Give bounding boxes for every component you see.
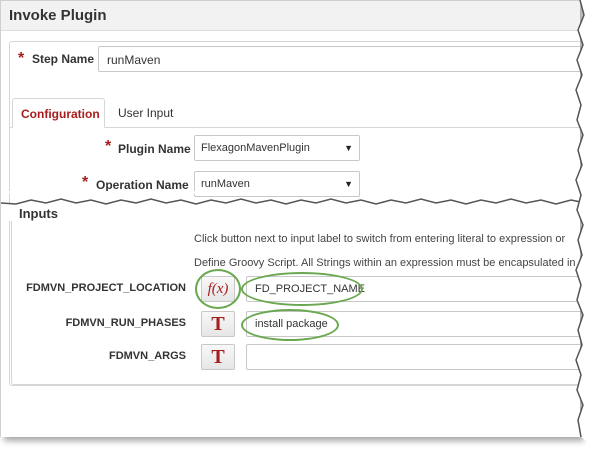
right-torn-edge [575, 0, 600, 451]
required-marker: * [82, 174, 89, 191]
plugin-name-select[interactable]: FlexagonMavenPlugin ▼ [194, 135, 360, 161]
plugin-name-value: FlexagonMavenPlugin [201, 142, 310, 154]
dialog-title: Invoke Plugin [9, 7, 107, 24]
help-text-line1: Click button next to input label to swit… [194, 233, 566, 245]
step-name-label: Step Name [32, 52, 95, 66]
literal-toggle-button[interactable]: T [201, 311, 235, 337]
tab-configuration[interactable]: Configuration [12, 98, 105, 128]
highlight-circle-install-package [241, 309, 339, 341]
input-label-run-phases: FDMVN_RUN_PHASES [65, 317, 186, 329]
required-marker: * [18, 50, 25, 67]
invoke-plugin-dialog: Invoke Plugin * Step Name runMaven Confi… [0, 0, 580, 437]
args-input[interactable] [246, 344, 580, 370]
operation-name-label: Operation Name [96, 178, 189, 192]
torn-edge-divider [1, 191, 580, 221]
highlight-circle-project-name [241, 272, 363, 306]
tab-bar: Configuration User Input [10, 92, 580, 128]
required-marker: * [105, 138, 112, 155]
inputs-heading: Inputs [19, 206, 58, 221]
plugin-name-label: Plugin Name [118, 142, 191, 156]
literal-toggle-button[interactable]: T [201, 344, 235, 370]
input-label-project-location: FDMVN_PROJECT_LOCATION [26, 282, 186, 294]
operation-name-value: runMaven [201, 178, 250, 190]
dropdown-caret-icon: ▼ [344, 143, 353, 153]
step-name-input[interactable]: runMaven [98, 46, 580, 72]
tab-user-input[interactable]: User Input [110, 98, 181, 128]
dialog-titlebar: Invoke Plugin [1, 1, 580, 31]
dropdown-caret-icon: ▼ [344, 179, 353, 189]
help-text-line2: Define Groovy Script. All Strings within… [194, 257, 576, 269]
input-label-args: FDMVN_ARGS [108, 350, 186, 362]
highlight-circle-fx-button [195, 269, 241, 309]
